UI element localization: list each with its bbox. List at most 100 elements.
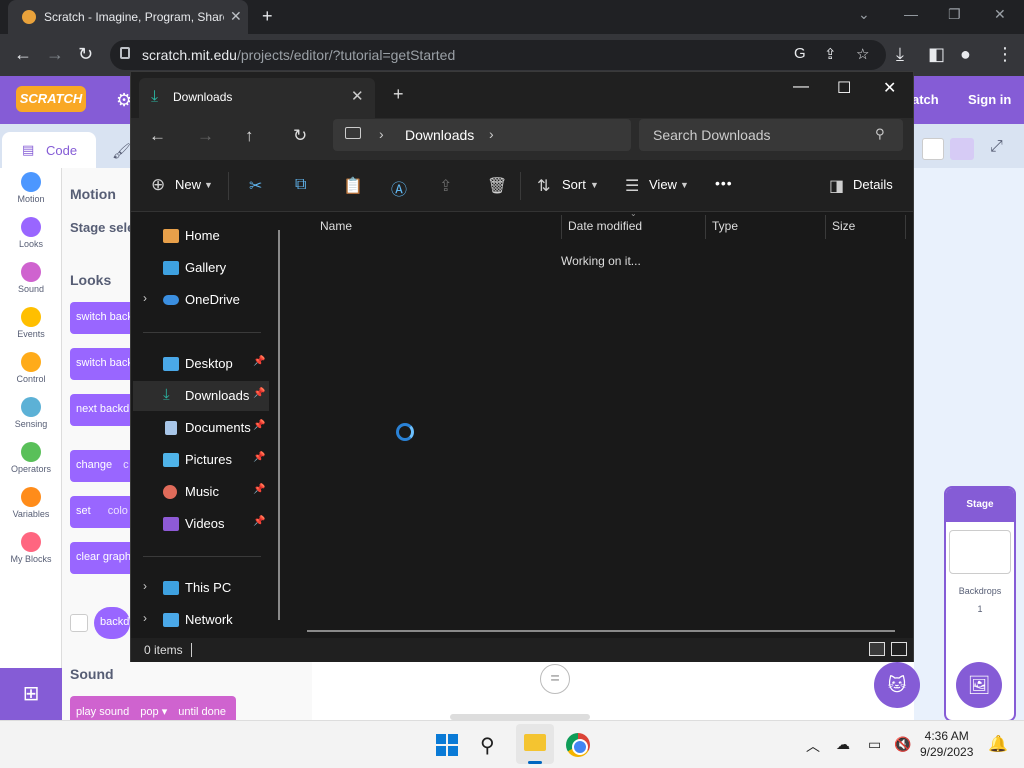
small-stage-icon[interactable]: [922, 138, 944, 160]
forward-arrow-icon[interactable]: →: [46, 44, 64, 65]
fullscreen-icon[interactable]: ⤢: [990, 138, 1003, 156]
explorer-tab[interactable]: ⤓ Downloads ✕: [139, 78, 375, 118]
more-options-button[interactable]: •••: [715, 175, 733, 191]
explorer-search-input[interactable]: Search Downloads ⚲: [639, 119, 903, 151]
pin-icon[interactable]: 📌: [253, 356, 265, 367]
expand-chevron-icon[interactable]: ›: [143, 611, 147, 625]
sound-dropdown[interactable]: pop ▾: [140, 706, 167, 718]
details-view-icon[interactable]: [869, 642, 885, 656]
new-plus-icon[interactable]: ⊕: [151, 175, 165, 195]
play-sound-until-done-block[interactable]: play sound pop ▾ until done: [70, 696, 236, 720]
start-windows-icon[interactable]: [436, 734, 458, 756]
side-panel-icon[interactable]: ◧: [928, 44, 945, 65]
sort-icon[interactable]: ⇅: [537, 176, 550, 196]
minimize-button[interactable]: —: [904, 6, 918, 22]
normal-stage-icon[interactable]: [950, 138, 974, 160]
search-icon[interactable]: ⚲: [480, 733, 495, 758]
speaker-muted-icon[interactable]: 🔇: [894, 736, 911, 753]
tab-close-icon[interactable]: ✕: [230, 8, 242, 25]
copy-icon[interactable]: ⧉: [295, 176, 306, 194]
nav-item-onedrive[interactable]: › OneDrive: [133, 285, 269, 315]
cloud-sync-icon[interactable]: ☁: [836, 736, 850, 753]
category-my-blocks[interactable]: My Blocks: [0, 532, 62, 564]
taskbar-clock[interactable]: 4:36 AM 9/29/2023: [920, 728, 973, 760]
nav-item-home[interactable]: Home: [133, 221, 269, 251]
reload-icon[interactable]: ↻: [78, 44, 93, 65]
sort-button[interactable]: Sort: [562, 177, 586, 192]
explorer-minimize-button[interactable]: —: [793, 78, 809, 96]
category-motion[interactable]: Motion: [0, 172, 62, 204]
tab-search-icon[interactable]: ⌄: [858, 6, 870, 23]
pin-icon[interactable]: 📌: [253, 484, 265, 495]
expand-chevron-icon[interactable]: ›: [143, 579, 147, 593]
explorer-new-tab-button[interactable]: +: [393, 84, 404, 105]
close-window-button[interactable]: ✕: [994, 6, 1006, 23]
next-backdrop-block[interactable]: next backdr: [70, 394, 134, 426]
backdrop-reporter-block[interactable]: backd: [94, 607, 130, 639]
costumes-brush-icon[interactable]: 🖌: [112, 142, 131, 160]
explorer-address-bar[interactable]: › Downloads ›: [333, 119, 631, 151]
category-variables[interactable]: Variables: [0, 487, 62, 519]
column-divider[interactable]: [905, 215, 906, 239]
details-button[interactable]: Details: [853, 177, 893, 192]
pin-icon[interactable]: 📌: [253, 420, 265, 431]
google-lens-icon[interactable]: G: [794, 45, 806, 62]
chevron-right-icon[interactable]: ›: [379, 126, 384, 142]
category-operators[interactable]: Operators: [0, 442, 62, 474]
taskbar-chrome-icon[interactable]: [566, 733, 590, 757]
address-location[interactable]: Downloads: [405, 127, 474, 143]
address-bar[interactable]: scratch.mit.edu/projects/editor/?tutoria…: [110, 40, 886, 70]
delete-icon[interactable]: 🗑: [487, 176, 507, 196]
column-name[interactable]: Name: [320, 219, 352, 233]
view-button[interactable]: View: [649, 177, 677, 192]
set-effect-block[interactable]: set colo: [70, 496, 134, 528]
join-scratch-link[interactable]: atch: [912, 92, 939, 107]
column-divider[interactable]: [825, 215, 826, 239]
nav-pane-scrollbar[interactable]: [278, 230, 280, 620]
explorer-maximize-button[interactable]: ☐: [837, 78, 851, 98]
details-pane-icon[interactable]: ◨: [829, 176, 844, 196]
category-events[interactable]: Events: [0, 307, 62, 339]
nav-item-music[interactable]: Music 📌: [133, 477, 269, 507]
explorer-back-icon[interactable]: ←: [149, 126, 166, 146]
nav-item-pictures[interactable]: Pictures 📌: [133, 445, 269, 475]
column-date-modified[interactable]: Date modified: [568, 219, 642, 233]
backdrop-checkbox[interactable]: [70, 614, 88, 632]
menu-kebab-icon[interactable]: ⋮: [996, 44, 1014, 65]
scratch-logo[interactable]: SCRATCH: [16, 86, 86, 112]
explorer-forward-icon[interactable]: →: [197, 126, 214, 146]
column-divider[interactable]: [705, 215, 706, 239]
clear-graphic-effects-block[interactable]: clear graph: [70, 542, 134, 574]
view-icon[interactable]: ☰: [625, 176, 639, 196]
tray-overflow-chevron-icon[interactable]: ︿: [806, 736, 820, 756]
notification-bell-icon[interactable]: 🔔: [988, 734, 1008, 754]
share-icon[interactable]: ⇪: [824, 45, 837, 63]
category-sensing[interactable]: Sensing: [0, 397, 62, 429]
explorer-tab-close-icon[interactable]: ✕: [351, 87, 364, 105]
taskbar-file-explorer[interactable]: [516, 724, 554, 764]
nav-item-this-pc[interactable]: › This PC: [133, 573, 269, 603]
switch-backdrop-wait-block[interactable]: switch back: [70, 348, 134, 380]
column-divider[interactable]: [561, 215, 562, 239]
nav-item-desktop[interactable]: Desktop 📌: [133, 349, 269, 379]
back-arrow-icon[interactable]: ←: [14, 44, 32, 65]
browser-tab[interactable]: Scratch - Imagine, Program, Share ✕: [8, 0, 248, 34]
nav-item-videos[interactable]: Videos 📌: [133, 509, 269, 539]
rename-icon[interactable]: Ⓐ: [391, 176, 407, 200]
download-icon[interactable]: ⤓: [896, 44, 904, 65]
change-effect-block[interactable]: change c: [70, 450, 134, 482]
expand-chevron-icon[interactable]: ›: [143, 291, 147, 305]
add-extension-button[interactable]: ⊞: [0, 668, 62, 720]
zoom-reset-button[interactable]: =: [540, 664, 570, 694]
sign-in-link[interactable]: Sign in: [968, 92, 1011, 107]
choose-sprite-button[interactable]: 🐱: [874, 662, 920, 708]
pin-icon[interactable]: 📌: [253, 516, 265, 527]
pin-icon[interactable]: 📌: [253, 388, 265, 399]
cut-icon[interactable]: ✂: [249, 176, 262, 196]
column-type[interactable]: Type: [712, 219, 738, 233]
column-size[interactable]: Size: [832, 219, 855, 233]
profile-icon[interactable]: ●: [960, 44, 971, 65]
switch-backdrop-block[interactable]: switch back: [70, 302, 134, 334]
explorer-refresh-icon[interactable]: ↻: [293, 126, 307, 146]
chevron-right-icon[interactable]: ›: [489, 126, 494, 142]
